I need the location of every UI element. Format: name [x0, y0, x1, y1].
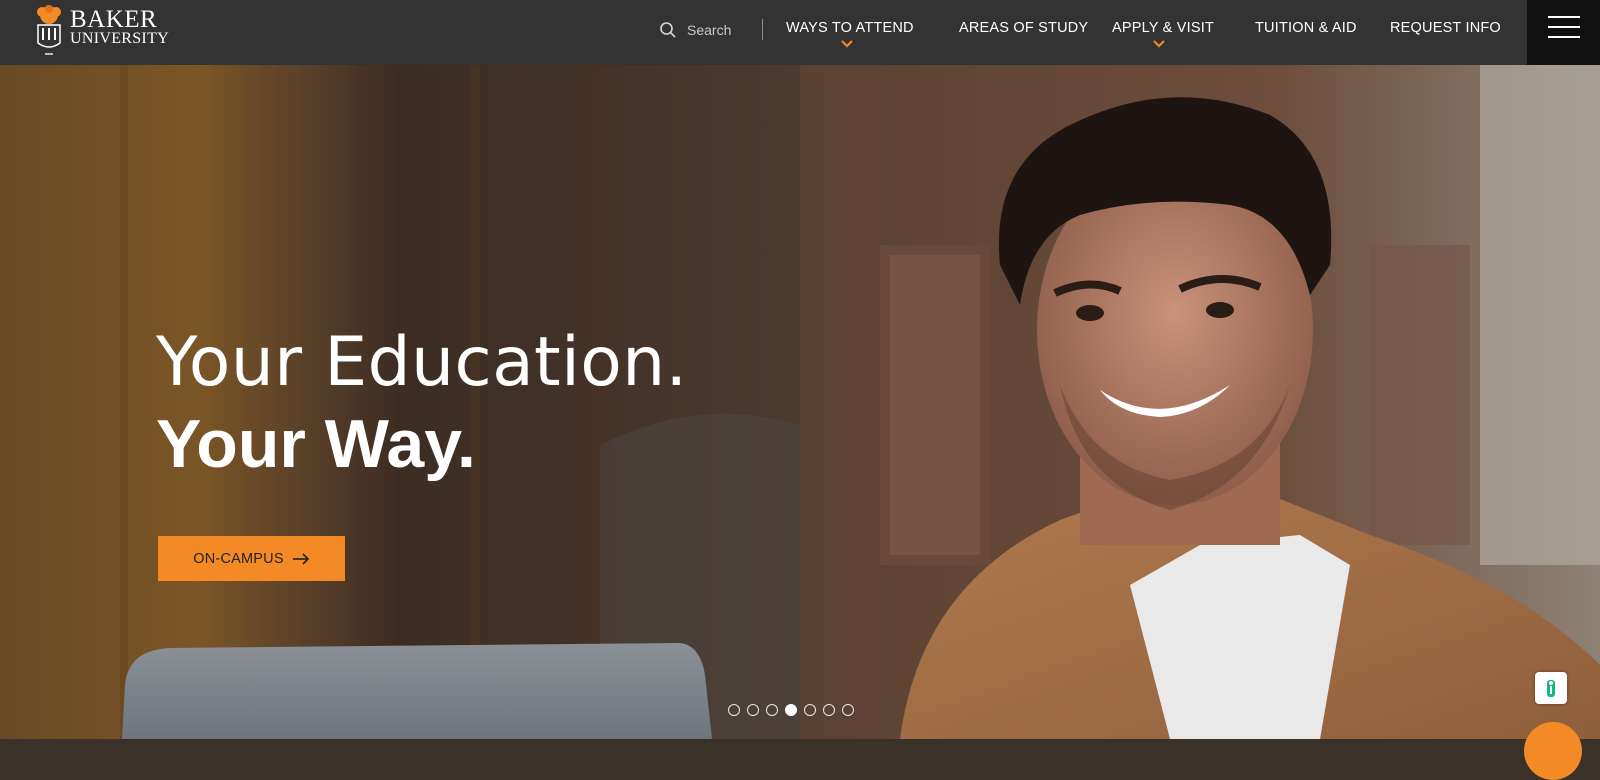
hamburger-icon-bar — [1548, 26, 1580, 28]
slider-dot-7[interactable] — [842, 704, 854, 716]
hero-headline-light: Your Education. — [156, 323, 688, 402]
search-icon — [660, 22, 676, 38]
chevron-down-icon — [841, 40, 853, 48]
slider-dot-5[interactable] — [804, 704, 816, 716]
on-campus-button[interactable]: ON-CAMPUS — [158, 536, 345, 581]
hero-headline-bold: Your Way. — [156, 406, 476, 482]
accessibility-icon — [1547, 680, 1555, 697]
search-placeholder: Search — [687, 22, 732, 38]
site-header: BAKER UNIVERSITY Search WAYS TO ATTEND A… — [0, 0, 1600, 65]
hero-slider: Your Education. Your Way. ON-CAMPUS — [0, 65, 1600, 739]
logo-wordmark: BAKER UNIVERSITY — [70, 5, 169, 47]
slider-dot-2[interactable] — [747, 704, 759, 716]
on-campus-button-label: ON-CAMPUS — [193, 550, 284, 567]
university-seal-icon — [34, 5, 64, 59]
slider-dot-3[interactable] — [766, 704, 778, 716]
nav-areas-of-study[interactable]: AREAS OF STUDY — [959, 20, 1088, 36]
hamburger-menu-button[interactable] — [1527, 0, 1600, 65]
search-field[interactable]: Search — [659, 18, 731, 42]
nav-tuition-aid[interactable]: TUITION & AID — [1255, 20, 1357, 36]
slider-dot-4-active[interactable] — [785, 704, 797, 716]
chat-button[interactable] — [1524, 722, 1582, 780]
nav-ways-to-attend[interactable]: WAYS TO ATTEND — [786, 20, 914, 36]
arrow-right-icon — [292, 552, 309, 565]
slider-dot-6[interactable] — [823, 704, 835, 716]
hamburger-icon-bar — [1548, 36, 1580, 38]
slider-dot-1[interactable] — [728, 704, 740, 716]
nav-apply-visit[interactable]: APPLY & VISIT — [1112, 20, 1214, 36]
slider-pagination — [728, 704, 854, 716]
hamburger-icon — [1548, 16, 1580, 18]
logo-line-1: BAKER — [70, 6, 158, 33]
header-divider — [762, 19, 763, 40]
logo-line-2: UNIVERSITY — [70, 30, 169, 47]
chevron-down-icon — [1153, 40, 1165, 48]
nav-request-info[interactable]: REQUEST INFO — [1390, 20, 1501, 36]
accessibility-button[interactable] — [1535, 672, 1567, 704]
hero-background-photo — [0, 65, 1600, 739]
baker-university-logo[interactable]: BAKER UNIVERSITY — [34, 5, 169, 59]
